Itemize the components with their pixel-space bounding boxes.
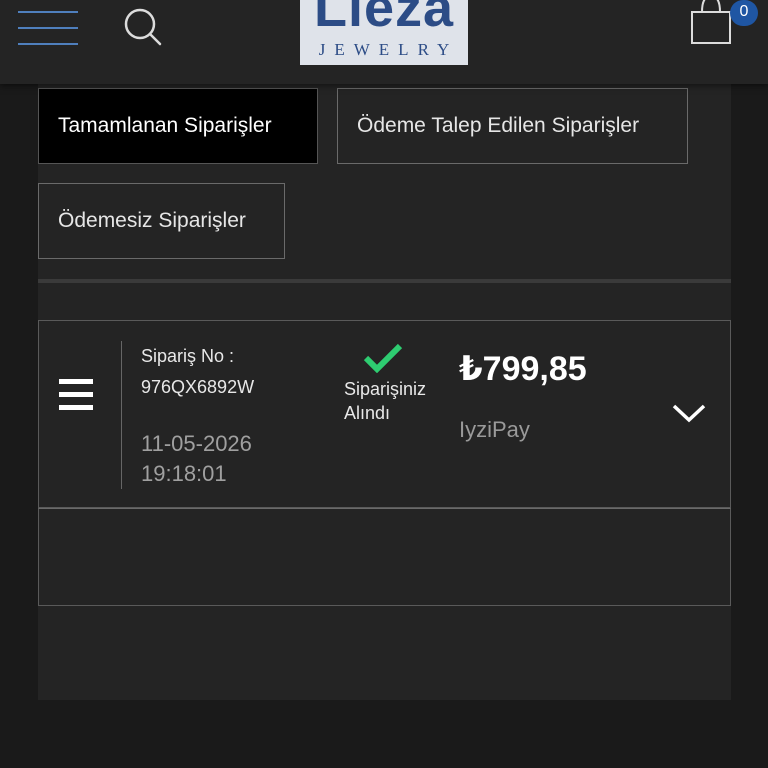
brand-subtitle: JEWELRY (318, 40, 459, 59)
order-card[interactable]: Sipariş No : 976QX6892W 11-05-2026 19:18… (38, 320, 731, 508)
order-status-line2: Alındı (344, 403, 391, 423)
order-number: 976QX6892W (141, 377, 255, 397)
column-separator (121, 341, 122, 489)
list-icon (59, 379, 93, 411)
search-icon (124, 8, 162, 46)
order-date: 11-05-2026 (141, 431, 252, 456)
order-number-label: Sipariş No : (141, 346, 235, 366)
menu-button[interactable] (18, 10, 80, 46)
menu-line (18, 11, 78, 13)
order-time: 19:18:01 (141, 461, 227, 486)
search-button[interactable] (122, 6, 162, 46)
section-divider (38, 279, 731, 283)
order-details-panel (38, 508, 731, 606)
brand-logo[interactable]: Lieza JEWELRY (300, 0, 468, 65)
menu-line (18, 27, 78, 29)
tab-completed-orders[interactable]: Tamamlanan Siparişler (38, 88, 318, 164)
order-status-line1: Siparişiniz (344, 379, 427, 399)
chevron-down-icon[interactable] (671, 401, 707, 425)
cart-count-badge: 0 (730, 0, 758, 26)
brand-name: Lieza (313, 0, 455, 38)
top-header: Lieza JEWELRY 0 (0, 0, 768, 84)
cart-button[interactable] (688, 0, 736, 48)
order-amount: ₺799,85 (459, 350, 587, 388)
menu-line (18, 43, 78, 45)
shopping-bag-icon (691, 0, 731, 44)
payment-method: IyziPay (459, 417, 530, 442)
checkmark-icon (363, 343, 403, 373)
tab-payment-requested-orders[interactable]: Ödeme Talep Edilen Siparişler (337, 88, 688, 164)
tab-unpaid-orders[interactable]: Ödemesiz Siparişler (38, 183, 285, 259)
orders-panel: Tamamlanan Siparişler Ödeme Talep Edilen… (38, 84, 731, 700)
